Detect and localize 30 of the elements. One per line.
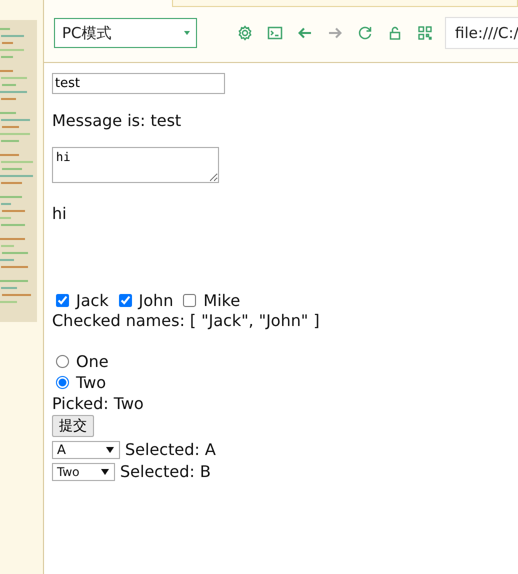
checkbox[interactable] xyxy=(56,294,69,306)
dropdown[interactable]: Two xyxy=(52,463,115,481)
text-input[interactable]: test xyxy=(52,73,225,94)
radio-label: One xyxy=(76,352,109,371)
checkbox[interactable] xyxy=(118,294,132,306)
padlock-icon[interactable] xyxy=(387,25,403,41)
checkbox-label: Jack xyxy=(76,290,109,310)
mode-select[interactable]: PC模式 xyxy=(54,18,197,48)
picked-text: Picked: Two xyxy=(52,393,145,414)
caret-icon xyxy=(101,469,109,475)
terminal-icon[interactable] xyxy=(267,25,283,41)
selected-text: Selected: A xyxy=(125,440,216,460)
reload-icon[interactable] xyxy=(357,25,373,41)
back-arrow-icon[interactable] xyxy=(297,25,313,41)
radio-button[interactable] xyxy=(56,376,69,389)
checkbox[interactable] xyxy=(183,294,196,306)
settings-icon[interactable] xyxy=(237,25,253,41)
radio-button[interactable] xyxy=(56,355,69,368)
text-area[interactable]: hi xyxy=(52,147,219,183)
qr-grid-icon[interactable] xyxy=(417,25,433,41)
selected-text: Selected: B xyxy=(120,462,211,482)
textarea-echo: hi xyxy=(52,204,68,224)
dropdown[interactable]: A xyxy=(52,441,120,459)
caret-icon xyxy=(106,447,114,453)
checkbox-label: Mike xyxy=(203,290,240,310)
checkbox-label: John xyxy=(138,290,174,310)
checked-names-text: Checked names: [ "Jack", "John" ] xyxy=(52,310,321,331)
message-text: Message is: test xyxy=(52,111,182,131)
radio-label: Two xyxy=(76,373,106,392)
submit-button[interactable]: 提交 xyxy=(52,415,94,437)
